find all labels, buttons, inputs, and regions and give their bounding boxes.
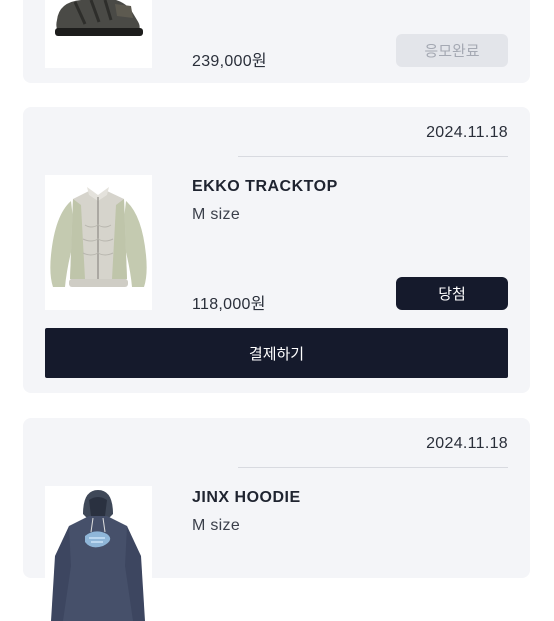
- product-name: EKKO TRACKTOP: [192, 178, 338, 195]
- product-price: 239,000원: [192, 53, 267, 70]
- product-name: JINX HOODIE: [192, 489, 301, 506]
- product-size: M size: [192, 517, 241, 534]
- order-card: 2024.11.18 JINX HOODIE M size: [23, 418, 530, 621]
- product-size: M size: [192, 206, 241, 223]
- order-card: 2024.11.18 EKKO TRACKTOP M size 118,000원…: [23, 107, 530, 393]
- sneaker-image: [45, 0, 152, 68]
- tracktop-jacket-image: [45, 175, 152, 310]
- order-card: 239,000원 응모완료: [23, 0, 530, 83]
- product-image[interactable]: [45, 175, 152, 310]
- order-date: 2024.11.18: [426, 124, 508, 141]
- status-button-won[interactable]: 당첨: [396, 277, 508, 310]
- divider: [238, 156, 508, 157]
- product-image[interactable]: [45, 0, 152, 68]
- divider: [238, 467, 508, 468]
- order-date: 2024.11.18: [426, 435, 508, 452]
- product-price: 118,000원: [192, 296, 266, 313]
- pay-button[interactable]: 결제하기: [45, 328, 508, 378]
- status-button-entry-complete[interactable]: 응모완료: [396, 34, 508, 67]
